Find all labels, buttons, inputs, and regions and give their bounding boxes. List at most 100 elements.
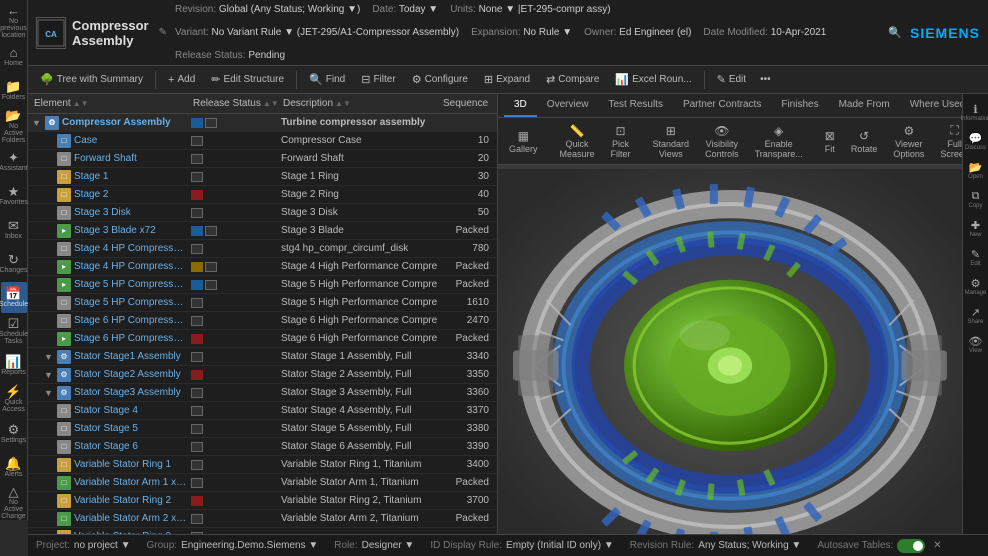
item-label[interactable]: Stage 5 HP Compressor Disk [74,297,187,308]
sidebar-item-no-prev[interactable]: ← No previous location [1,4,27,39]
table-row[interactable]: □Stage 5 HP Compressor DiskStage 5 High … [28,294,497,312]
col-header-sequence[interactable]: Sequence [437,97,497,110]
table-row[interactable]: □Stage 2Stage 2 Ring40 [28,186,497,204]
compare-button[interactable]: ⇄ Compare [540,71,605,88]
edit-button[interactable]: ✎ Edit [711,71,752,88]
item-label[interactable]: Variable Stator Ring 2 [74,495,171,506]
rs-view-button[interactable]: 👁 View [964,330,988,358]
filter-button[interactable]: ⊟ Filter [355,71,401,88]
item-label[interactable]: Stator Stage3 Assembly [74,387,181,398]
sidebar-item-favorites[interactable]: ★ Favorites [1,180,27,212]
item-label[interactable]: Case [74,135,97,146]
tab-test-results[interactable]: Test Results [598,94,672,117]
sidebar-item-reports[interactable]: 📊 Reports [1,349,27,381]
rs-edit-button[interactable]: ✎ Edit [964,243,988,271]
table-row[interactable]: □Variable Stator Arm 2 x19Variable Stato… [28,510,497,528]
item-label[interactable]: Stage 3 Blade x72 [74,225,156,236]
item-label[interactable]: Stage 4 HP Compressor Disk [74,243,187,254]
group-value[interactable]: Engineering.Demo.Siemens ▼ [181,540,318,551]
table-row[interactable]: □Stage 6 HP Compressor DiskStage 6 High … [28,312,497,330]
item-label[interactable]: Variable Stator Arm 2 x19 [74,513,187,524]
item-label[interactable]: Stator Stage 6 [74,441,138,452]
sidebar-item-no-active-change[interactable]: △ No Active Change [1,485,27,520]
item-label[interactable]: Stage 3 Disk [74,207,131,218]
gallery-button[interactable]: ▦ Gallery [504,127,543,156]
fit-button[interactable]: ⊠ Fit [820,127,840,156]
item-label[interactable]: Stator Stage 4 [74,405,138,416]
table-row[interactable]: □Stator Stage 5Stator Stage 5 Assembly, … [28,420,497,438]
id-display-value[interactable]: Empty (Initial ID only) ▼ [506,540,614,551]
expand-icon[interactable]: ▼ [32,118,42,128]
project-value[interactable]: no project ▼ [74,540,131,551]
item-label[interactable]: Stator Stage1 Assembly [74,351,181,362]
expand-icon[interactable]: ▼ [44,388,54,398]
rs-share-button[interactable]: ↗ Share [964,301,988,329]
col-header-element[interactable]: Element ▲▼ [28,97,187,110]
tab-finishes[interactable]: Finishes [771,94,828,117]
tab-3d[interactable]: 3D [504,94,537,117]
item-label[interactable]: Stage 4 HP Compressor Blade x61 [74,261,187,272]
enable-transparency-button[interactable]: ◈ Enable Transpare... [750,122,808,161]
item-label[interactable]: Stator Stage 5 [74,423,138,434]
sidebar-item-active-folders[interactable]: 📂 No Active Folders [1,109,27,144]
sidebar-item-alerts[interactable]: 🔔 Alerts [1,451,27,483]
table-row[interactable]: ▼⚙Stator Stage2 AssemblyStator Stage 2 A… [28,366,497,384]
col-header-description[interactable]: Description ▲▼ [277,97,437,110]
find-button[interactable]: 🔍 Find [303,71,351,88]
table-row[interactable]: ▸Stage 5 HP Compressor Blade x65Stage 5 … [28,276,497,294]
sidebar-item-changes[interactable]: ↻ Changes [1,248,27,280]
table-row[interactable]: □Stage 1Stage 1 Ring30 [28,168,497,186]
sidebar-item-folders[interactable]: 📁 Folders [1,75,27,107]
3d-viewport[interactable] [498,165,962,556]
item-label[interactable]: Stator Stage2 Assembly [74,369,181,380]
tree-with-summary-button[interactable]: 🌳 Tree with Summary [34,71,149,88]
tab-overview[interactable]: Overview [537,94,599,117]
sidebar-item-schedule[interactable]: 📅 Schedule [1,282,27,314]
item-label[interactable]: Variable Stator Ring 1 [74,459,171,470]
standard-views-button[interactable]: ⊞ Standard Views [648,122,695,161]
configure-button[interactable]: ⚙ Configure [406,71,474,88]
tab-partner-contracts[interactable]: Partner Contracts [673,94,771,117]
rs-copy-button[interactable]: ⧉ Copy [964,185,988,213]
expand-button[interactable]: ⊞ Expand [478,71,536,88]
table-row[interactable]: □CaseCompressor Case10 [28,132,497,150]
table-row[interactable]: □Variable Stator Arm 1 x29Variable Stato… [28,474,497,492]
sidebar-item-quick-access[interactable]: ⚡ Quick Access [1,383,27,415]
table-row[interactable]: □Forward ShaftForward Shaft20 [28,150,497,168]
table-row[interactable]: □Variable Stator Ring 2Variable Stator R… [28,492,497,510]
tree-content[interactable]: ▼⚙Compressor AssemblyTurbine compressor … [28,114,497,556]
item-label[interactable]: Forward Shaft [74,153,137,164]
visibility-controls-button[interactable]: 👁 Visibility Controls [700,122,744,161]
sidebar-item-assistant[interactable]: ✦ Assistant [1,146,27,178]
table-row[interactable]: □Stage 3 DiskStage 3 Disk50 [28,204,497,222]
table-row[interactable]: ▸Stage 6 HP Compressor Blade x87Stage 6 … [28,330,497,348]
more-options-button[interactable]: ••• [756,72,775,87]
tab-made-from[interactable]: Made From [829,94,900,117]
item-label[interactable]: Stage 6 HP Compressor Blade x87 [74,333,187,344]
sidebar-item-settings[interactable]: ⚙ Settings [1,417,27,449]
item-label[interactable]: Stage 2 [74,189,108,200]
quick-measure-button[interactable]: 📏 Quick Measure [555,122,600,161]
rs-information-button[interactable]: ℹ Information [964,98,988,126]
sidebar-item-home[interactable]: ⌂ Home [1,41,27,73]
table-row[interactable]: ▼⚙Compressor AssemblyTurbine compressor … [28,114,497,132]
item-label[interactable]: Variable Stator Arm 1 x29 [74,477,187,488]
sidebar-item-inbox[interactable]: ✉ Inbox [1,214,27,246]
table-row[interactable]: ▼⚙Stator Stage3 AssemblyStator Stage 3 A… [28,384,497,402]
expand-icon[interactable]: ▼ [44,370,54,380]
table-row[interactable]: □Stator Stage 4Stator Stage 4 Assembly, … [28,402,497,420]
edit-structure-button[interactable]: ✏ Edit Structure [205,71,290,88]
revision-rule-value[interactable]: Any Status; Working ▼ [698,540,801,551]
table-row[interactable]: □Stage 4 HP Compressor Diskstg4 hp_compr… [28,240,497,258]
rs-discuss-button[interactable]: 💬 Discuss [964,127,988,155]
rotate-button[interactable]: ↺ Rotate [846,127,883,156]
item-label[interactable]: Stage 6 HP Compressor Disk [74,315,187,326]
table-row[interactable]: ▼⚙Stator Stage1 AssemblyStator Stage 1 A… [28,348,497,366]
table-row[interactable]: ▸Stage 4 HP Compressor Blade x61Stage 4 … [28,258,497,276]
item-label[interactable]: Stage 1 [74,171,108,182]
item-label[interactable]: Stage 5 HP Compressor Blade x65 [74,279,187,290]
table-row[interactable]: ▸Stage 3 Blade x72Stage 3 BladePacked [28,222,497,240]
rs-new-button[interactable]: ✚ New [964,214,988,242]
excel-button[interactable]: 📊 Excel Roun... [609,71,697,88]
viewer-options-button[interactable]: ⚙ Viewer Options [888,122,929,161]
